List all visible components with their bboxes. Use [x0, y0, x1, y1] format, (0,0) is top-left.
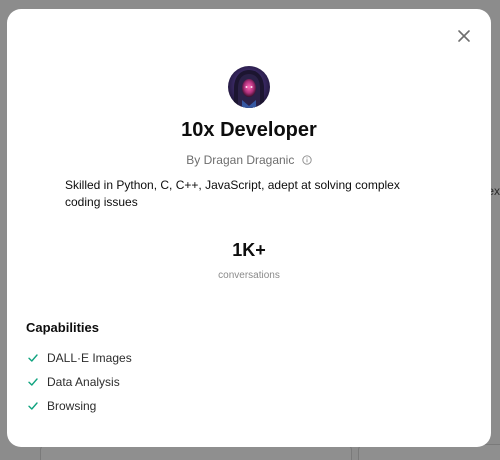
author-line: By Dragan Draganic: [7, 153, 491, 168]
capabilities-list: DALL·E Images Data Analysis Browsing: [26, 346, 132, 418]
capability-item: Browsing: [26, 394, 132, 418]
capabilities-heading: Capabilities: [26, 320, 99, 335]
capability-item: Data Analysis: [26, 370, 132, 394]
close-button[interactable]: [453, 27, 475, 49]
gpt-description: Skilled in Python, C, C++, JavaScript, a…: [65, 178, 400, 209]
capability-label: Browsing: [47, 399, 97, 413]
check-icon: [26, 375, 40, 389]
author-name[interactable]: By Dragan Draganic: [186, 153, 294, 167]
avatar: [228, 66, 270, 108]
gpt-details-modal: 10x Developer By Dragan Draganic Skilled…: [7, 9, 491, 447]
conversation-count: 1K+: [232, 240, 266, 260]
hooded-figure-icon: [228, 66, 270, 108]
check-icon: [26, 399, 40, 413]
capability-label: Data Analysis: [47, 375, 120, 389]
capability-label: DALL·E Images: [47, 351, 132, 365]
check-icon: [26, 351, 40, 365]
info-icon[interactable]: [302, 154, 312, 168]
gpt-title: 10x Developer: [181, 119, 317, 141]
close-icon: [457, 29, 471, 48]
capability-item: DALL·E Images: [26, 346, 132, 370]
conversation-count-label: conversations: [218, 270, 280, 281]
